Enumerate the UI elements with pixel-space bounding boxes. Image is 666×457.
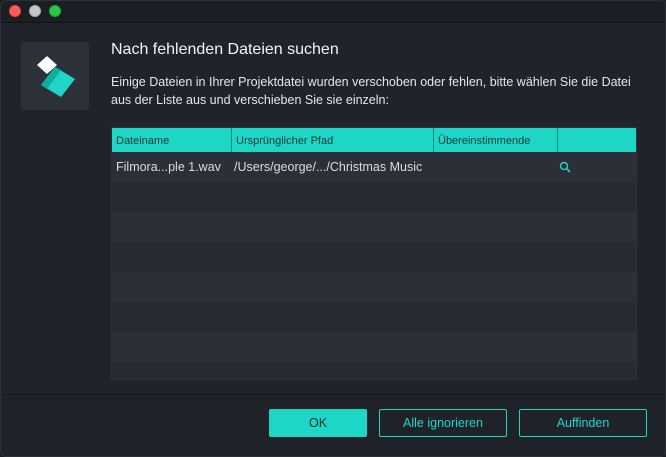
empty-table-row bbox=[112, 332, 636, 362]
dialog-title: Nach fehlenden Dateien suchen bbox=[111, 41, 339, 58]
column-header-filename[interactable]: Dateiname bbox=[112, 128, 232, 152]
window-close-button[interactable] bbox=[9, 5, 21, 17]
row-filename: Filmora...ple 1.wav bbox=[116, 160, 221, 174]
table-header: Dateiname Ursprünglicher Pfad Übereinsti… bbox=[112, 128, 636, 152]
empty-table-row bbox=[112, 212, 636, 242]
filmora-logo-icon bbox=[21, 42, 89, 110]
missing-files-table: Dateiname Ursprünglicher Pfad Übereinsti… bbox=[111, 127, 637, 380]
window-minimize-button[interactable] bbox=[29, 5, 41, 17]
column-header-action bbox=[558, 128, 636, 152]
dialog-description: Einige Dateien in Ihrer Projektdatei wur… bbox=[111, 75, 631, 107]
column-header-original-path[interactable]: Ursprünglicher Pfad bbox=[232, 128, 434, 152]
missing-files-dialog: Nach fehlenden Dateien suchen Einige Dat… bbox=[0, 0, 666, 457]
title-bar bbox=[1, 1, 665, 23]
empty-table-row bbox=[112, 362, 636, 379]
window-zoom-button[interactable] bbox=[49, 5, 61, 17]
find-button[interactable]: Auffinden bbox=[519, 409, 647, 437]
empty-table-row bbox=[112, 182, 636, 212]
dialog-footer: OK Alle ignorieren Auffinden bbox=[1, 395, 665, 456]
empty-table-row bbox=[112, 272, 636, 302]
empty-table-row bbox=[112, 242, 636, 272]
ignore-all-button[interactable]: Alle ignorieren bbox=[379, 409, 507, 437]
table-row[interactable]: Filmora...ple 1.wav /Users/george/.../Ch… bbox=[112, 152, 636, 182]
empty-table-row bbox=[112, 302, 636, 332]
search-icon[interactable] bbox=[559, 152, 577, 182]
column-header-match[interactable]: Übereinstimmende bbox=[434, 128, 558, 152]
row-original-path: /Users/george/.../Christmas Music bbox=[234, 160, 423, 174]
ok-button[interactable]: OK bbox=[269, 409, 367, 437]
